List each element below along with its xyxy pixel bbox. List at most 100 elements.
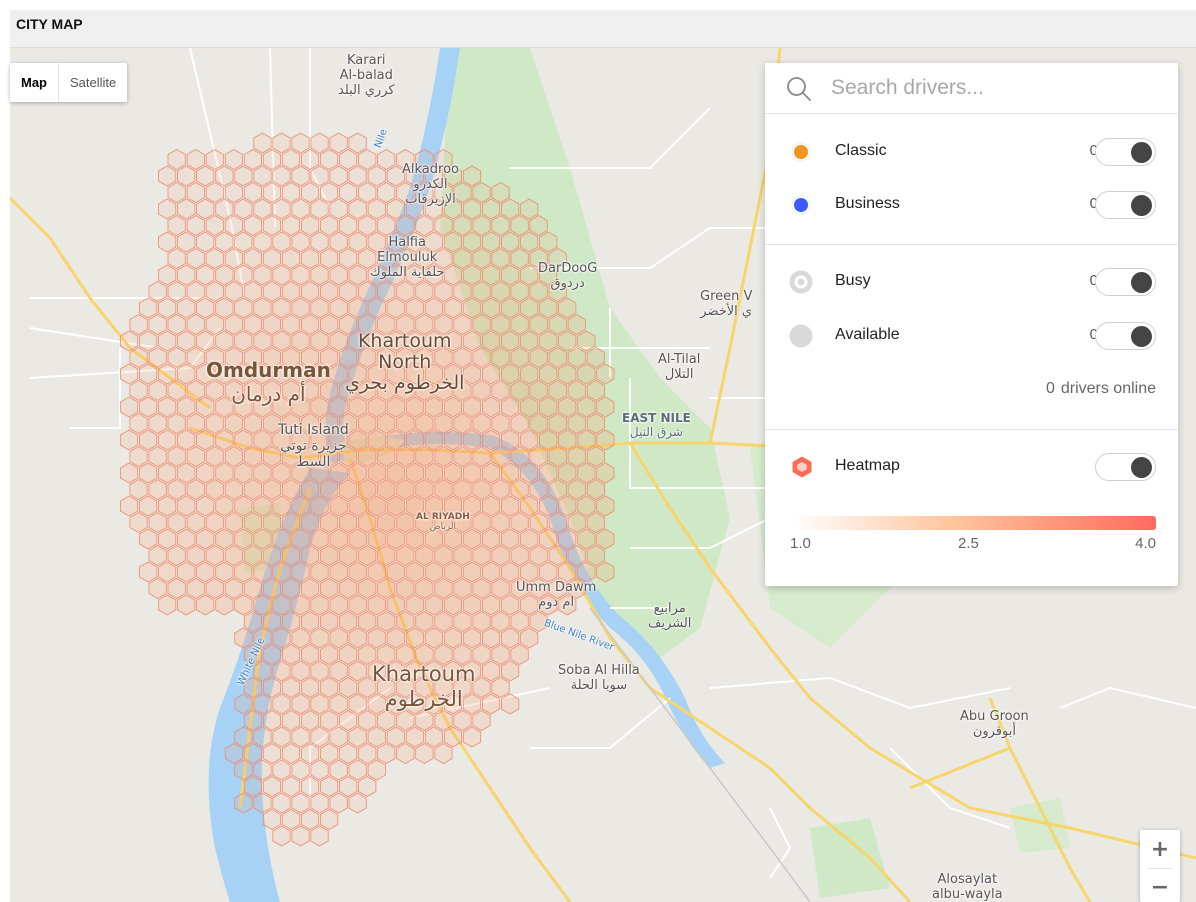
business-toggle[interactable] bbox=[1095, 191, 1156, 219]
heatmap-hexagon bbox=[319, 710, 339, 731]
heatmap-hexagon bbox=[396, 710, 415, 731]
busy-toggle[interactable] bbox=[1095, 268, 1156, 296]
heatmap-hexagon bbox=[424, 495, 444, 517]
heatmap-hexagon bbox=[500, 561, 520, 583]
heatmap-hexagon bbox=[443, 495, 463, 517]
heatmap-hexagon bbox=[310, 264, 329, 286]
heatmap-hexagon bbox=[472, 413, 491, 434]
heatmap-hexagon bbox=[310, 231, 329, 253]
heatmap-hexagon bbox=[434, 512, 453, 533]
heatmap-hexagon bbox=[424, 660, 444, 682]
heatmap-hexagon bbox=[462, 561, 482, 583]
heatmap-hexagon bbox=[329, 528, 348, 550]
map-type-map-button[interactable]: Map bbox=[10, 63, 59, 102]
heatmap-hexagon bbox=[158, 462, 177, 484]
heatmap-hexagon bbox=[424, 726, 444, 748]
heatmap-hexagon bbox=[310, 693, 329, 715]
heatmap-hexagon bbox=[329, 792, 348, 814]
heatmap-hexagon bbox=[300, 380, 320, 401]
available-toggle[interactable] bbox=[1095, 322, 1156, 350]
heatmap-hexagon bbox=[415, 413, 434, 434]
heatmap-hexagon bbox=[358, 413, 377, 434]
heatmap-hexagon bbox=[424, 231, 444, 253]
heatmap-hexagon bbox=[405, 528, 424, 550]
heatmap-hexagon bbox=[243, 380, 263, 401]
heatmap-hexagon bbox=[405, 627, 424, 649]
heatmap-hexagon bbox=[424, 528, 444, 550]
heatmap-hexagon bbox=[177, 495, 196, 517]
heatmap-hexagon bbox=[272, 264, 291, 286]
heatmap-hexagon bbox=[424, 198, 444, 220]
heatmap-hexagon bbox=[253, 198, 272, 220]
heatmap-hexagon bbox=[234, 165, 253, 187]
heatmap-hexagon bbox=[177, 231, 196, 253]
available-dot-icon bbox=[789, 324, 813, 348]
heatmap-hexagon bbox=[138, 495, 158, 517]
heatmap-hexagon bbox=[329, 561, 348, 583]
heatmap-hexagon bbox=[205, 149, 224, 170]
heatmap-hexagon bbox=[348, 759, 367, 781]
heatmap-hexagon bbox=[415, 578, 434, 599]
heatmap-hexagon bbox=[434, 413, 453, 434]
classic-toggle[interactable] bbox=[1095, 138, 1156, 166]
heatmap-hexagon bbox=[262, 809, 282, 830]
heatmap-hexagon bbox=[167, 479, 186, 500]
heatmap-hexagon bbox=[358, 743, 377, 764]
heatmap-hexagon bbox=[281, 743, 301, 764]
heatmap-hexagon bbox=[386, 528, 405, 550]
heatmap-toggle[interactable] bbox=[1095, 453, 1156, 481]
heatmap-hexagon bbox=[348, 231, 367, 253]
heatmap-hexagon bbox=[177, 363, 196, 385]
heatmap-hexagon bbox=[224, 512, 243, 533]
heatmap-hexagon bbox=[424, 561, 444, 583]
heatmap-hexagon bbox=[234, 396, 253, 418]
heatmap-hexagon bbox=[377, 413, 396, 434]
heatmap-hexagon bbox=[396, 677, 415, 698]
heatmap-hexagon bbox=[234, 330, 253, 352]
heatmap-hexagon bbox=[348, 528, 367, 550]
heatmap-hexagon bbox=[272, 825, 291, 847]
page-title: CITY MAP bbox=[16, 16, 83, 32]
map-type-satellite-button[interactable]: Satellite bbox=[59, 63, 127, 102]
heatmap-hexagon bbox=[481, 660, 501, 682]
heatmap-hexagon bbox=[358, 182, 377, 203]
heatmap-hexagon bbox=[319, 578, 339, 599]
heatmap-hexagon bbox=[367, 759, 386, 781]
heatmap-hexagon bbox=[205, 347, 224, 368]
heatmap-hexagon bbox=[272, 462, 291, 484]
heatmap-hexagon bbox=[281, 347, 301, 368]
heatmap-hexagon bbox=[262, 215, 282, 236]
heatmap-hexagon bbox=[415, 743, 434, 764]
heatmap-label: Heatmap bbox=[835, 457, 900, 474]
search-drivers-input[interactable] bbox=[831, 72, 1151, 104]
heatmap-hexagon bbox=[319, 281, 339, 302]
heatmap-hexagon bbox=[253, 297, 272, 319]
heatmap-hexagon bbox=[243, 314, 263, 335]
zoom-out-button[interactable]: − bbox=[1140, 870, 1180, 902]
heatmap-hexagon bbox=[253, 264, 272, 286]
drivers-online-count: 0 bbox=[1045, 380, 1055, 397]
filter-row-business: Business 0 bbox=[765, 184, 1178, 224]
heatmap-hexagon bbox=[300, 743, 320, 764]
heatmap-hexagon bbox=[500, 627, 520, 649]
heatmap-hexagon bbox=[377, 380, 396, 401]
heatmap-hexagon bbox=[386, 165, 405, 187]
heatmap-hexagon bbox=[158, 165, 177, 187]
heatmap-hexagon bbox=[300, 314, 320, 335]
heatmap-hexagon bbox=[405, 594, 424, 616]
zoom-in-button[interactable]: + bbox=[1140, 832, 1180, 868]
heatmap-hexagon bbox=[453, 413, 472, 434]
heatmap-hexagon bbox=[177, 429, 196, 451]
heatmap-hexagon bbox=[462, 462, 482, 484]
heatmap-hexagon bbox=[367, 330, 386, 352]
heatmap-hexagon bbox=[167, 215, 186, 236]
heatmap-hexagon bbox=[396, 743, 415, 764]
heatmap-hexagon bbox=[358, 677, 377, 698]
heatmap-hexagon bbox=[120, 429, 139, 451]
heatmap-hexagon bbox=[291, 132, 310, 154]
heatmap-hexagon bbox=[500, 660, 520, 682]
heatmap-hexagon bbox=[129, 380, 148, 401]
heatmap-hexagon bbox=[186, 215, 205, 236]
heatmap-hexagon bbox=[424, 363, 444, 385]
heatmap-hexagon bbox=[386, 726, 405, 748]
